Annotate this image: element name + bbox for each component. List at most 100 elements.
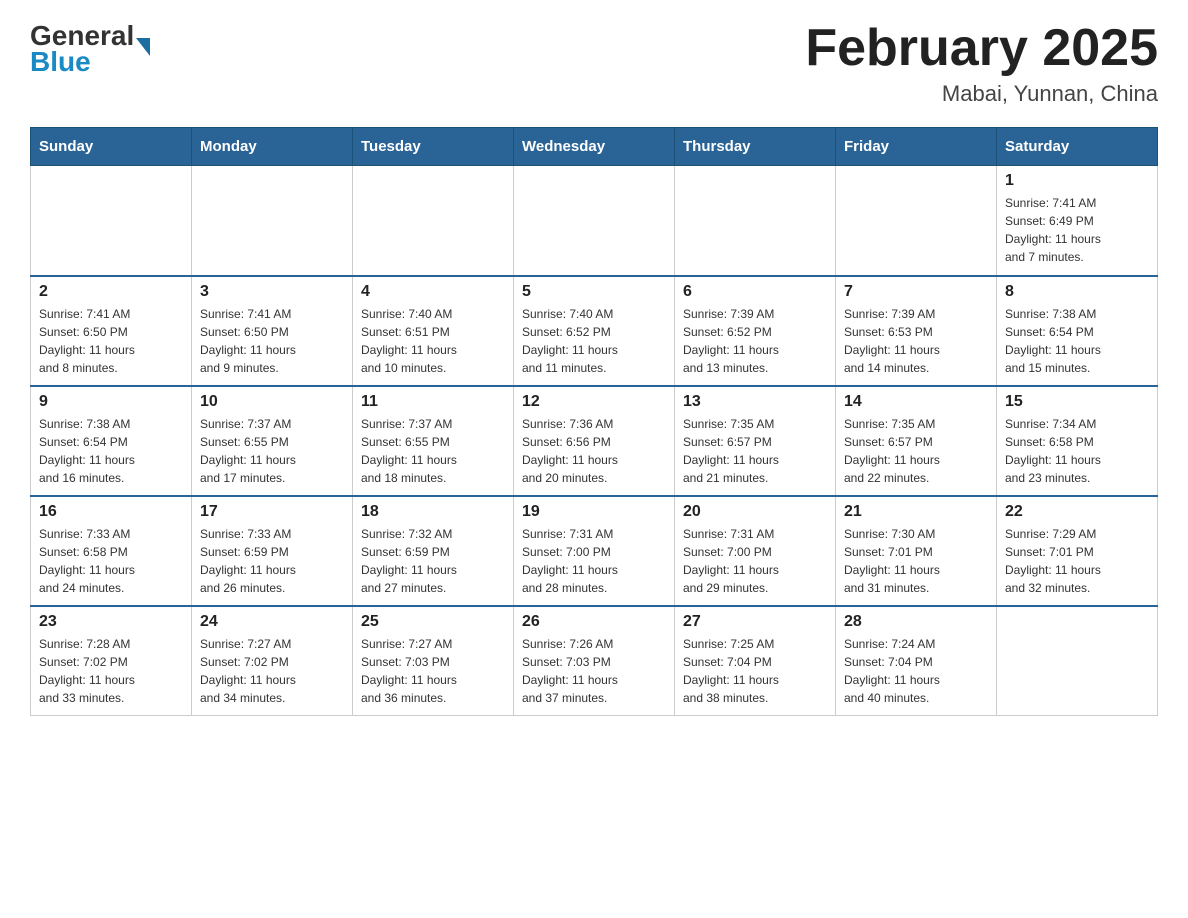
day-info: Sunrise: 7:35 AMSunset: 6:57 PMDaylight:…	[844, 415, 988, 487]
calendar-cell: 27 Sunrise: 7:25 AMSunset: 7:04 PMDayligh…	[675, 606, 836, 716]
day-number: 26	[522, 613, 666, 631]
day-info: Sunrise: 7:31 AMSunset: 7:00 PMDaylight:…	[683, 525, 827, 597]
location-title: Mabai, Yunnan, China	[805, 81, 1158, 107]
calendar-cell: 20 Sunrise: 7:31 AMSunset: 7:00 PMDayligh…	[675, 496, 836, 606]
day-info: Sunrise: 7:36 AMSunset: 6:56 PMDaylight:…	[522, 415, 666, 487]
calendar-cell: 23 Sunrise: 7:28 AMSunset: 7:02 PMDayligh…	[31, 606, 192, 716]
weekday-header-thursday: Thursday	[675, 128, 836, 166]
day-number: 13	[683, 393, 827, 411]
calendar-cell: 25 Sunrise: 7:27 AMSunset: 7:03 PMDayligh…	[353, 606, 514, 716]
day-info: Sunrise: 7:27 AMSunset: 7:02 PMDaylight:…	[200, 635, 344, 707]
calendar-week-row: 23 Sunrise: 7:28 AMSunset: 7:02 PMDayligh…	[31, 606, 1158, 716]
calendar-cell	[192, 166, 353, 276]
day-info: Sunrise: 7:32 AMSunset: 6:59 PMDaylight:…	[361, 525, 505, 597]
day-info: Sunrise: 7:38 AMSunset: 6:54 PMDaylight:…	[39, 415, 183, 487]
calendar-cell: 5 Sunrise: 7:40 AMSunset: 6:52 PMDaylight…	[514, 276, 675, 386]
weekday-header-sunday: Sunday	[31, 128, 192, 166]
calendar-cell	[836, 166, 997, 276]
day-number: 23	[39, 613, 183, 631]
calendar-cell: 21 Sunrise: 7:30 AMSunset: 7:01 PMDayligh…	[836, 496, 997, 606]
calendar-cell: 16 Sunrise: 7:33 AMSunset: 6:58 PMDayligh…	[31, 496, 192, 606]
day-number: 1	[1005, 172, 1149, 190]
weekday-header-tuesday: Tuesday	[353, 128, 514, 166]
weekday-header-monday: Monday	[192, 128, 353, 166]
day-number: 16	[39, 503, 183, 521]
logo: General Blue	[30, 20, 150, 78]
day-number: 5	[522, 283, 666, 301]
page-header: General Blue February 2025 Mabai, Yunnan…	[30, 20, 1158, 107]
calendar-cell: 10 Sunrise: 7:37 AMSunset: 6:55 PMDayligh…	[192, 386, 353, 496]
day-info: Sunrise: 7:31 AMSunset: 7:00 PMDaylight:…	[522, 525, 666, 597]
day-info: Sunrise: 7:29 AMSunset: 7:01 PMDaylight:…	[1005, 525, 1149, 597]
day-info: Sunrise: 7:24 AMSunset: 7:04 PMDaylight:…	[844, 635, 988, 707]
calendar-cell: 18Sunrise: 7:32 AMSunset: 6:59 PMDayligh…	[353, 496, 514, 606]
calendar-cell: 12Sunrise: 7:36 AMSunset: 6:56 PMDayligh…	[514, 386, 675, 496]
day-info: Sunrise: 7:27 AMSunset: 7:03 PMDaylight:…	[361, 635, 505, 707]
day-number: 28	[844, 613, 988, 631]
day-info: Sunrise: 7:25 AMSunset: 7:04 PMDaylight:…	[683, 635, 827, 707]
day-info: Sunrise: 7:40 AMSunset: 6:52 PMDaylight:…	[522, 305, 666, 377]
calendar-cell: 28 Sunrise: 7:24 AMSunset: 7:04 PMDayligh…	[836, 606, 997, 716]
weekday-header-friday: Friday	[836, 128, 997, 166]
day-number: 24	[200, 613, 344, 631]
weekday-header-row: SundayMondayTuesdayWednesdayThursdayFrid…	[31, 128, 1158, 166]
title-section: February 2025 Mabai, Yunnan, China	[805, 20, 1158, 107]
day-info: Sunrise: 7:37 AMSunset: 6:55 PMDaylight:…	[200, 415, 344, 487]
day-info: Sunrise: 7:40 AMSunset: 6:51 PMDaylight:…	[361, 305, 505, 377]
day-info: Sunrise: 7:38 AMSunset: 6:54 PMDaylight:…	[1005, 305, 1149, 377]
weekday-header-wednesday: Wednesday	[514, 128, 675, 166]
day-number: 21	[844, 503, 988, 521]
calendar-week-row: 16 Sunrise: 7:33 AMSunset: 6:58 PMDayligh…	[31, 496, 1158, 606]
day-info: Sunrise: 7:28 AMSunset: 7:02 PMDaylight:…	[39, 635, 183, 707]
day-info: Sunrise: 7:41 AMSunset: 6:49 PMDaylight:…	[1005, 194, 1149, 266]
day-number: 19	[522, 503, 666, 521]
day-number: 11	[361, 393, 505, 411]
day-info: Sunrise: 7:41 AMSunset: 6:50 PMDaylight:…	[39, 305, 183, 377]
calendar-cell: 9 Sunrise: 7:38 AMSunset: 6:54 PMDaylight…	[31, 386, 192, 496]
day-number: 27	[683, 613, 827, 631]
calendar-cell	[31, 166, 192, 276]
calendar-cell: 14 Sunrise: 7:35 AMSunset: 6:57 PMDayligh…	[836, 386, 997, 496]
day-number: 9	[39, 393, 183, 411]
day-number: 8	[1005, 283, 1149, 301]
calendar-cell: 11Sunrise: 7:37 AMSunset: 6:55 PMDayligh…	[353, 386, 514, 496]
month-title: February 2025	[805, 20, 1158, 77]
calendar-cell: 1 Sunrise: 7:41 AMSunset: 6:49 PMDaylight…	[997, 166, 1158, 276]
logo-blue-text: Blue	[30, 46, 150, 78]
calendar-cell	[675, 166, 836, 276]
day-number: 10	[200, 393, 344, 411]
day-number: 22	[1005, 503, 1149, 521]
day-number: 14	[844, 393, 988, 411]
calendar-cell: 19 Sunrise: 7:31 AMSunset: 7:00 PMDayligh…	[514, 496, 675, 606]
day-info: Sunrise: 7:39 AMSunset: 6:53 PMDaylight:…	[844, 305, 988, 377]
calendar-cell: 24 Sunrise: 7:27 AMSunset: 7:02 PMDayligh…	[192, 606, 353, 716]
day-number: 6	[683, 283, 827, 301]
day-info: Sunrise: 7:35 AMSunset: 6:57 PMDaylight:…	[683, 415, 827, 487]
calendar-cell	[514, 166, 675, 276]
day-info: Sunrise: 7:30 AMSunset: 7:01 PMDaylight:…	[844, 525, 988, 597]
calendar-cell: 17Sunrise: 7:33 AMSunset: 6:59 PMDayligh…	[192, 496, 353, 606]
day-number: 7	[844, 283, 988, 301]
day-info: Sunrise: 7:41 AMSunset: 6:50 PMDaylight:…	[200, 305, 344, 377]
calendar-cell: 7 Sunrise: 7:39 AMSunset: 6:53 PMDaylight…	[836, 276, 997, 386]
calendar-cell: 15 Sunrise: 7:34 AMSunset: 6:58 PMDayligh…	[997, 386, 1158, 496]
day-info: Sunrise: 7:33 AMSunset: 6:58 PMDaylight:…	[39, 525, 183, 597]
calendar-cell: 26Sunrise: 7:26 AMSunset: 7:03 PMDayligh…	[514, 606, 675, 716]
day-number: 25	[361, 613, 505, 631]
calendar-week-row: 9 Sunrise: 7:38 AMSunset: 6:54 PMDaylight…	[31, 386, 1158, 496]
day-info: Sunrise: 7:34 AMSunset: 6:58 PMDaylight:…	[1005, 415, 1149, 487]
day-number: 20	[683, 503, 827, 521]
calendar-week-row: 1 Sunrise: 7:41 AMSunset: 6:49 PMDaylight…	[31, 166, 1158, 276]
day-number: 15	[1005, 393, 1149, 411]
day-info: Sunrise: 7:39 AMSunset: 6:52 PMDaylight:…	[683, 305, 827, 377]
calendar-table: SundayMondayTuesdayWednesdayThursdayFrid…	[30, 127, 1158, 716]
calendar-week-row: 2Sunrise: 7:41 AMSunset: 6:50 PMDaylight…	[31, 276, 1158, 386]
calendar-cell: 13 Sunrise: 7:35 AMSunset: 6:57 PMDayligh…	[675, 386, 836, 496]
calendar-cell	[997, 606, 1158, 716]
day-number: 4	[361, 283, 505, 301]
calendar-cell: 8 Sunrise: 7:38 AMSunset: 6:54 PMDaylight…	[997, 276, 1158, 386]
calendar-cell: 2Sunrise: 7:41 AMSunset: 6:50 PMDaylight…	[31, 276, 192, 386]
weekday-header-saturday: Saturday	[997, 128, 1158, 166]
calendar-cell: 22 Sunrise: 7:29 AMSunset: 7:01 PMDayligh…	[997, 496, 1158, 606]
calendar-cell: 4 Sunrise: 7:40 AMSunset: 6:51 PMDaylight…	[353, 276, 514, 386]
